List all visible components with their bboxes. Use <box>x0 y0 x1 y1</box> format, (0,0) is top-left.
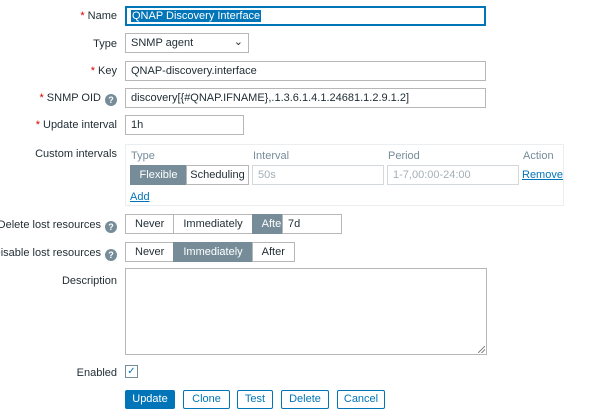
name-field[interactable]: QNAP Discovery Interface <box>125 6 486 26</box>
required-marker: * <box>80 10 85 22</box>
type-select[interactable]: SNMP agent ⌄ <box>125 33 249 53</box>
disable-lost-after[interactable]: After <box>251 242 295 262</box>
delete-lost-immediately[interactable]: Immediately <box>173 214 253 234</box>
snmp-oid-field[interactable]: discovery[{#QNAP.IFNAME},.1.3.6.1.4.1.24… <box>125 88 486 108</box>
type-select-value: SNMP agent <box>131 37 194 49</box>
update-interval-label: * Update interval <box>36 119 117 131</box>
period-field[interactable]: 1-7,00:00-24:00 <box>387 165 519 185</box>
interval-type-scheduling[interactable]: Scheduling <box>186 165 249 185</box>
disable-lost-toggle: Never Immediately After <box>125 242 295 262</box>
name-label: * Name <box>80 10 117 22</box>
chevron-down-icon: ⌄ <box>233 36 243 48</box>
snmp-oid-label-text: SNMP OID <box>46 92 101 104</box>
custom-intervals-label: Custom intervals <box>35 148 117 160</box>
required-marker: * <box>39 92 44 104</box>
remove-interval-link[interactable]: Remove <box>522 169 563 181</box>
add-interval-link[interactable]: Add <box>130 191 150 203</box>
interval-field[interactable]: 50s <box>252 165 384 185</box>
name-label-text: Name <box>87 10 117 22</box>
enabled-label: Enabled <box>76 367 117 379</box>
col-header-period: Period <box>388 150 420 162</box>
disable-lost-label: *Disable lost resources? <box>0 247 117 261</box>
required-marker: * <box>90 65 96 77</box>
delete-lost-label: *Delete lost resources? <box>0 219 117 233</box>
col-header-action: Action <box>523 150 554 162</box>
disable-lost-label-text: Disable lost resources <box>0 247 101 259</box>
clone-button[interactable]: Clone <box>183 390 230 409</box>
test-button[interactable]: Test <box>237 390 273 409</box>
disable-lost-immediately[interactable]: Immediately <box>173 242 253 262</box>
required-marker: * <box>35 119 40 131</box>
update-interval-field[interactable]: 1h <box>125 115 244 135</box>
help-icon[interactable]: ? <box>105 249 117 261</box>
check-icon: ✓ <box>127 366 136 377</box>
description-textarea[interactable] <box>125 268 487 355</box>
col-header-interval: Interval <box>253 150 290 162</box>
cancel-button[interactable]: Cancel <box>337 390 385 409</box>
interval-type-toggle: Flexible Scheduling <box>130 165 249 185</box>
interval-type-flexible[interactable]: Flexible <box>130 165 187 185</box>
update-button[interactable]: Update <box>125 390 175 409</box>
update-interval-label-text: Update interval <box>43 119 117 131</box>
key-label-text: Key <box>98 65 117 77</box>
name-field-value: QNAP Discovery Interface <box>131 10 262 22</box>
col-header-type: Type <box>131 150 155 162</box>
delete-lost-never[interactable]: Never <box>125 214 175 234</box>
custom-intervals-panel: Type Interval Period Action Flexible Sch… <box>125 144 564 206</box>
key-field[interactable]: QNAP-discovery.interface <box>125 61 486 81</box>
delete-button[interactable]: Delete <box>281 390 329 409</box>
help-icon[interactable]: ? <box>105 94 117 106</box>
description-label: Description <box>61 275 117 287</box>
delete-lost-label-text: Delete lost resources <box>0 219 101 231</box>
delete-lost-toggle: Never Immediately After <box>125 214 295 234</box>
resize-grip-icon[interactable] <box>478 346 485 353</box>
snmp-oid-label: * SNMP OID? <box>40 92 117 106</box>
type-label: Type <box>93 38 117 50</box>
delete-lost-after-field[interactable]: 7d <box>282 214 342 234</box>
help-icon[interactable]: ? <box>105 221 117 233</box>
key-label: * Key <box>91 65 117 77</box>
disable-lost-never[interactable]: Never <box>125 242 175 262</box>
enabled-checkbox[interactable]: ✓ <box>125 365 138 378</box>
